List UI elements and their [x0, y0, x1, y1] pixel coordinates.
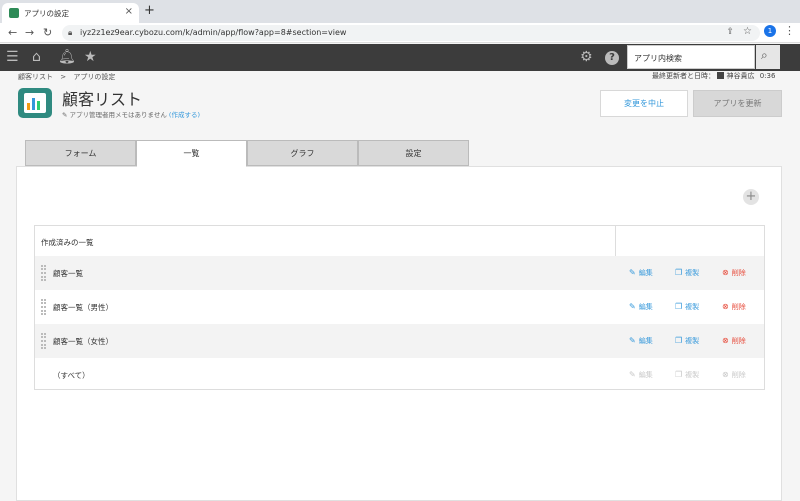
address-bar[interactable]: 🔒︎ iyz2z1ez9ear.cybozu.com/k/admin/app/f…: [62, 25, 760, 41]
copy-icon: ❐: [675, 302, 683, 311]
app-memo: ✎ アプリ管理者用メモはありません (作成する): [62, 109, 200, 119]
browser-tabstrip: アプリの設定 × +: [0, 0, 800, 23]
updater-label: 最終更新者と日時：: [652, 72, 715, 80]
browser-tab-title: アプリの設定: [24, 9, 69, 18]
updater-name[interactable]: 神谷貴広: [726, 72, 754, 80]
more-menu-icon[interactable]: ⋮: [784, 24, 795, 37]
tab-views[interactable]: 一覧: [136, 140, 247, 167]
gear-icon[interactable]: ⚙: [580, 49, 593, 65]
edit-button[interactable]: ✎ 編集: [629, 268, 653, 278]
list-item: （すべて） ✎ 編集 ❐ 複製 ⊗ 削除: [35, 358, 764, 392]
share-icon[interactable]: ⇪: [726, 27, 734, 37]
reload-icon[interactable]: ↻: [43, 26, 52, 39]
add-view-button[interactable]: +: [743, 189, 759, 205]
last-updated-info: 最終更新者と日時： 神谷貴広 0:36: [652, 71, 775, 81]
column-divider: [615, 226, 616, 256]
view-name: 顧客一覧（女性）: [53, 337, 113, 346]
cancel-changes-button[interactable]: 変更を中止: [600, 90, 688, 117]
search-placeholder: アプリ内検索: [634, 54, 682, 63]
views-list-header: 作成済みの一覧: [41, 238, 94, 247]
view-name: 顧客一覧: [53, 269, 83, 278]
delete-icon: ⊗: [722, 268, 729, 277]
delete-button[interactable]: ⊗ 削除: [722, 302, 746, 312]
copy-button[interactable]: ❐ 複製: [675, 268, 699, 278]
search-button[interactable]: ⌕: [756, 45, 780, 69]
edit-button[interactable]: ✎ 編集: [629, 302, 653, 312]
tab-settings[interactable]: 設定: [358, 140, 469, 166]
pencil-icon: ✎: [629, 302, 636, 311]
copy-icon: ❐: [675, 336, 683, 345]
delete-icon: ⊗: [722, 302, 729, 311]
bell-icon[interactable]: 🔔︎: [58, 49, 76, 65]
copy-icon: ❐: [675, 370, 683, 379]
delete-icon: ⊗: [722, 370, 729, 379]
updater-time: 0:36: [759, 72, 776, 80]
pencil-icon: ✎: [629, 336, 636, 345]
pencil-icon: ✎: [629, 370, 636, 379]
url-text: iyz2z1ez9ear.cybozu.com/k/admin/app/flow…: [80, 28, 347, 37]
app-title: 顧客リスト: [62, 90, 143, 109]
app-favicon-icon: [9, 8, 19, 18]
update-app-button[interactable]: アプリを更新: [693, 90, 782, 117]
help-icon[interactable]: ?: [605, 51, 619, 65]
breadcrumb-parent[interactable]: 顧客リスト: [18, 73, 53, 81]
app-header-bar: ☰ ⌂ 🔔︎ ★ ⚙ ? アプリ内検索 ⌕: [0, 44, 800, 71]
drag-handle-icon[interactable]: [41, 299, 46, 315]
back-icon[interactable]: ←: [8, 26, 17, 39]
bookmark-star-icon[interactable]: ☆: [743, 26, 752, 37]
new-tab-icon[interactable]: +: [144, 3, 155, 18]
list-item: 顧客一覧（女性） ✎ 編集 ❐ 複製 ⊗ 削除: [35, 324, 764, 358]
memo-text: アプリ管理者用メモはありません: [69, 111, 167, 119]
views-list: 作成済みの一覧 顧客一覧 ✎ 編集 ❐ 複製 ⊗ 削除 顧客一覧（男性） ✎ 編集 ❐ 複…: [34, 225, 765, 390]
copy-button[interactable]: ❐ 複製: [675, 336, 699, 346]
list-item: 顧客一覧（男性） ✎ 編集 ❐ 複製 ⊗ 削除: [35, 290, 764, 324]
view-name: （すべて）: [53, 371, 90, 380]
breadcrumb-separator: >: [60, 73, 67, 81]
star-icon[interactable]: ★: [84, 49, 97, 65]
breadcrumb: 顧客リスト > アプリの設定: [18, 72, 115, 82]
hamburger-menu-icon[interactable]: ☰: [6, 49, 19, 65]
forward-icon[interactable]: →: [25, 26, 34, 39]
profile-avatar[interactable]: 1: [764, 25, 776, 37]
edit-button-disabled: ✎ 編集: [629, 370, 653, 379]
pencil-icon: ✎: [629, 268, 636, 277]
tab-form[interactable]: フォーム: [25, 140, 136, 166]
memo-icon: ✎: [62, 111, 68, 119]
delete-icon: ⊗: [722, 336, 729, 345]
drag-handle-icon[interactable]: [41, 333, 46, 349]
list-item: 顧客一覧 ✎ 編集 ❐ 複製 ⊗ 削除: [35, 256, 764, 290]
delete-button[interactable]: ⊗ 削除: [722, 336, 746, 346]
browser-toolbar: ← → ↻ 🔒︎ iyz2z1ez9ear.cybozu.com/k/admin…: [0, 23, 800, 43]
delete-button[interactable]: ⊗ 削除: [722, 268, 746, 278]
create-memo-link[interactable]: (作成する): [169, 111, 200, 119]
user-icon: [717, 72, 725, 79]
close-icon[interactable]: ×: [125, 6, 133, 17]
copy-button[interactable]: ❐ 複製: [675, 302, 699, 312]
drag-handle-icon[interactable]: [41, 265, 46, 281]
edit-button[interactable]: ✎ 編集: [629, 336, 653, 346]
browser-tab[interactable]: アプリの設定 ×: [2, 3, 139, 23]
copy-icon: ❐: [675, 268, 683, 277]
tab-graphs[interactable]: グラフ: [247, 140, 358, 166]
delete-button-disabled: ⊗ 削除: [722, 370, 746, 379]
search-icon: ⌕: [761, 48, 768, 62]
app-search-input[interactable]: アプリ内検索: [627, 45, 755, 69]
lock-icon: 🔒︎: [68, 28, 73, 37]
breadcrumb-current: アプリの設定: [73, 73, 116, 81]
copy-button-disabled: ❐ 複製: [675, 370, 700, 379]
app-bar-chart-icon: [18, 88, 52, 118]
home-icon[interactable]: ⌂: [32, 49, 41, 65]
view-name: 顧客一覧（男性）: [53, 303, 113, 312]
